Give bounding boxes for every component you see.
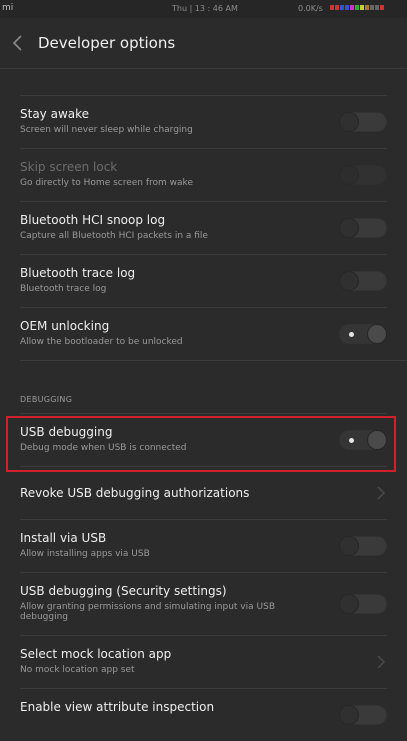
setting-stay-awake[interactable]: Stay awake Screen will never sleep while… xyxy=(20,95,387,148)
setting-summary: Bluetooth trace log xyxy=(20,284,107,294)
oem-unlocking-toggle[interactable] xyxy=(339,324,387,344)
chevron-right-icon xyxy=(377,655,386,669)
setting-summary: No mock location app set xyxy=(20,665,135,675)
setting-title: Enable view attribute inspection xyxy=(20,700,215,714)
status-bar: mi Thu | 13 : 46 AM 0.0K/s xyxy=(0,0,407,18)
app-bar: Developer options xyxy=(0,18,407,68)
setting-enable-view-attribute-inspection[interactable]: Enable view attribute inspection xyxy=(20,688,387,741)
setting-usb-debugging[interactable]: USB debugging Debug mode when USB is con… xyxy=(20,413,387,466)
status-indicator-icon xyxy=(355,5,359,10)
toggle-knob xyxy=(368,325,386,343)
setting-title: Bluetooth trace log xyxy=(20,266,136,280)
setting-summary: Debug mode when USB is connected xyxy=(20,443,187,453)
status-indicator-icon xyxy=(360,5,364,10)
status-indicator-icon xyxy=(375,5,379,10)
toggle-knob xyxy=(340,113,358,131)
bluetooth-hci-snoop-log-toggle[interactable] xyxy=(339,218,387,238)
setting-revoke-usb-debugging[interactable]: Revoke USB debugging authorizations xyxy=(20,466,387,519)
toggle-knob xyxy=(368,431,386,449)
bluetooth-trace-log-toggle[interactable] xyxy=(339,271,387,291)
setting-usb-debugging-security[interactable]: USB debugging (Security settings) Allow … xyxy=(20,572,387,635)
chevron-right-icon xyxy=(377,486,386,500)
status-indicator-icon xyxy=(350,5,354,10)
setting-summary: Allow installing apps via USB xyxy=(20,549,150,559)
setting-skip-screen-lock: Skip screen lock Go directly to Home scr… xyxy=(20,148,387,201)
setting-bluetooth-trace-log[interactable]: Bluetooth trace log Bluetooth trace log xyxy=(20,254,387,307)
setting-title: Bluetooth HCI snoop log xyxy=(20,213,166,227)
setting-summary: Go directly to Home screen from wake xyxy=(20,178,193,188)
usb-debugging-security-toggle[interactable] xyxy=(339,594,387,614)
setting-bluetooth-hci-snoop-log[interactable]: Bluetooth HCI snoop log Capture all Blue… xyxy=(20,201,387,254)
page-title: Developer options xyxy=(38,34,176,52)
status-indicator-icon xyxy=(345,5,349,10)
status-indicator-icon xyxy=(370,5,374,10)
toggle-knob xyxy=(340,272,358,290)
status-clock: Thu | 13 : 46 AM xyxy=(172,4,238,13)
stay-awake-toggle[interactable] xyxy=(339,112,387,132)
install-via-usb-toggle[interactable] xyxy=(339,536,387,556)
usb-debugging-toggle[interactable] xyxy=(339,430,387,450)
status-indicator-icon xyxy=(335,5,339,10)
setting-summary: Allow granting permissions and simulatin… xyxy=(20,602,275,622)
setting-title: USB debugging xyxy=(20,425,113,439)
setting-select-mock-location-app[interactable]: Select mock location app No mock locatio… xyxy=(20,635,387,688)
view-attribute-inspection-toggle[interactable] xyxy=(339,705,387,725)
toggle-knob xyxy=(340,537,358,555)
section-header-label: DEBUGGING xyxy=(20,395,73,404)
arrow-left-icon xyxy=(12,35,22,51)
carrier-label: mi xyxy=(2,3,14,13)
back-button[interactable] xyxy=(6,30,32,56)
toggle-on-dot xyxy=(349,332,354,337)
setting-title: Select mock location app xyxy=(20,647,172,661)
status-indicator-icon xyxy=(340,5,344,10)
setting-summary: Screen will never sleep while charging xyxy=(20,125,193,135)
status-indicators-icon xyxy=(330,5,384,10)
setting-install-via-usb[interactable]: Install via USB Allow installing apps vi… xyxy=(20,519,387,572)
setting-summary: Allow the bootloader to be unlocked xyxy=(20,337,183,347)
debugging-section-header: DEBUGGING xyxy=(20,360,407,413)
toggle-knob xyxy=(340,166,358,184)
toggle-on-dot xyxy=(349,438,354,443)
toggle-knob xyxy=(340,219,358,237)
status-indicator-icon xyxy=(365,5,369,10)
network-speed: 0.0K/s xyxy=(298,4,323,13)
setting-title: OEM unlocking xyxy=(20,319,110,333)
skip-screen-lock-toggle xyxy=(339,165,387,185)
setting-oem-unlocking[interactable]: OEM unlocking Allow the bootloader to be… xyxy=(20,307,387,360)
setting-summary: Capture all Bluetooth HCI packets in a f… xyxy=(20,231,208,241)
setting-title: Install via USB xyxy=(20,531,107,545)
setting-title: USB debugging (Security settings) xyxy=(20,584,227,598)
settings-list: Stay awake Screen will never sleep while… xyxy=(0,69,407,741)
list-top-spacer xyxy=(0,69,407,95)
toggle-knob xyxy=(340,706,358,724)
setting-title: Stay awake xyxy=(20,107,90,121)
status-indicator-icon xyxy=(380,5,384,10)
setting-title: Skip screen lock xyxy=(20,160,118,174)
toggle-knob xyxy=(340,595,358,613)
status-indicator-icon xyxy=(330,5,334,10)
setting-title: Revoke USB debugging authorizations xyxy=(20,486,250,500)
